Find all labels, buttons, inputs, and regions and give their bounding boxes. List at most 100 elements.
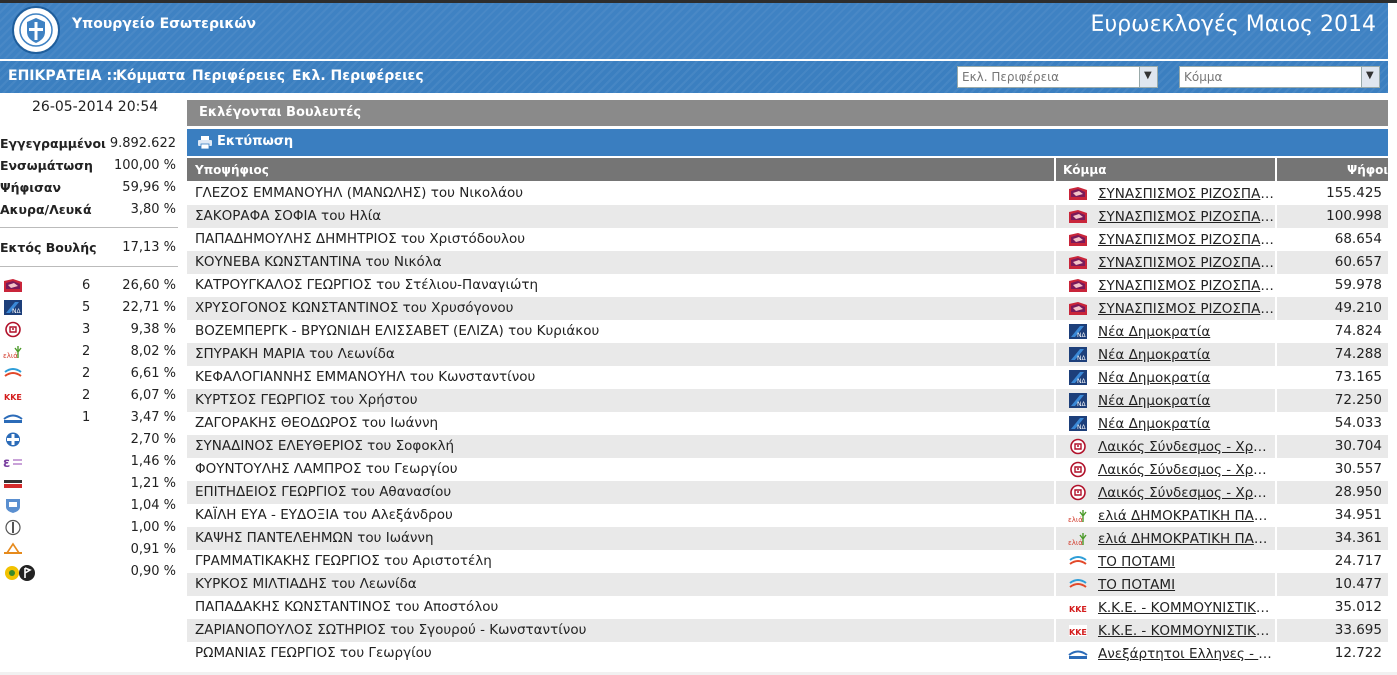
kke-logo-icon: ΚΚΕ xyxy=(1068,622,1088,639)
party-percentage: 1,46 % xyxy=(130,454,176,469)
main-panel: Εκλέγονται Βουλευτές Εκτύπωση Υποψήφιος … xyxy=(187,100,1388,675)
party-result-row: 1,21 % xyxy=(0,474,178,496)
party-link[interactable]: ΤΟ ΠΟΤΑΜΙ xyxy=(1098,554,1274,570)
xa-logo-icon xyxy=(1068,461,1088,478)
table-row: ΚΟΥΝΕΒΑ ΚΩΝΣΤΑΝΤΙΝΑ του Νικόλα ΣΥΝΑΣΠΙΣΜΟ… xyxy=(187,251,1388,274)
nav-regions[interactable]: Περιφέρειες xyxy=(192,68,285,84)
party-link[interactable]: ΣΥΝΑΣΠΙΣΜΟΣ ΡΙΖΟΣΠΑΣΤΙΚΗΣ ΑΡΙΣΤΕΡΑΣ xyxy=(1098,232,1274,248)
nd-logo-icon: ΝΔ xyxy=(1068,369,1088,386)
table-row: ΡΩΜΑΝΙΑΣ ΓΕΩΡΓΙΟΣ του Γεωργίου Ανεξάρτητο… xyxy=(187,642,1388,665)
candidate-votes: 10.477 xyxy=(1334,576,1382,592)
party-result-row: 3 9,38 % xyxy=(0,320,178,342)
column-separator xyxy=(1054,642,1056,665)
party-percentage: 1,04 % xyxy=(130,498,176,513)
ministry-name: Υπουργείο Εσωτερικών xyxy=(72,16,257,32)
svg-text:ελιά: ελιά xyxy=(1068,539,1083,547)
update-datetime: 26-05-2014 20:54 xyxy=(32,99,159,115)
column-separator xyxy=(1054,389,1056,412)
party-link[interactable]: ελιά ΔΗΜΟΚΡΑΤΙΚΗ ΠΑΡΑΤΑΞΗ xyxy=(1098,508,1274,524)
party-link[interactable]: Νέα Δημοκρατία xyxy=(1098,416,1274,432)
stat-integration: Ενσωμάτωση 100,00 % xyxy=(0,156,178,176)
party-result-row: ελιά 2 8,02 % xyxy=(0,342,178,364)
column-separator xyxy=(1054,251,1056,274)
nav-constituencies[interactable]: Εκλ. Περιφέρειες xyxy=(292,68,424,84)
navbar: ΕΠΙΚΡΑΤΕΙΑ :: Κόμματα Περιφέρειες Εκλ. Π… xyxy=(0,61,1388,93)
kke-logo-icon: ΚΚΕ xyxy=(1068,599,1088,616)
column-votes: Ψήφοι xyxy=(1347,163,1389,177)
constituency-select-value: Εκλ. Περιφέρεια xyxy=(962,70,1060,84)
candidate-votes: 59.978 xyxy=(1334,277,1382,293)
party-link[interactable]: Ανεξάρτητοι Ελληνες - Πάνος Καμμένος xyxy=(1098,646,1274,662)
site-title: Ευρωεκλογές Μαιος 2014 xyxy=(1090,12,1376,37)
elected-title: Εκλέγονται Βουλευτές xyxy=(199,105,362,120)
party-link[interactable]: ΣΥΝΑΣΠΙΣΜΟΣ ΡΙΖΟΣΠΑΣΤΙΚΗΣ ΑΡΙΣΤΕΡΑΣ xyxy=(1098,278,1274,294)
candidate-votes: 24.717 xyxy=(1334,553,1382,569)
party-link[interactable]: Νέα Δημοκρατία xyxy=(1098,370,1274,386)
party-link[interactable]: Λαικός Σύνδεσμος - Χρυσή Αυγή xyxy=(1098,462,1274,478)
party-link[interactable]: ΣΥΝΑΣΠΙΣΜΟΣ ΡΙΖΟΣΠΑΣΤΙΚΗΣ ΑΡΙΣΤΕΡΑΣ xyxy=(1098,186,1274,202)
svg-text:ΚΚΕ: ΚΚΕ xyxy=(1069,605,1087,614)
nd-logo-icon: ΝΔ xyxy=(1068,415,1088,432)
candidate-votes: 30.704 xyxy=(1334,438,1382,454)
syriza-logo-icon xyxy=(1068,185,1088,202)
column-separator xyxy=(1054,619,1056,642)
party-link[interactable]: ΣΥΝΑΣΠΙΣΜΟΣ ΡΙΖΟΣΠΑΣΤΙΚΗΣ ΑΡΙΣΤΕΡΑΣ xyxy=(1098,301,1274,317)
column-separator xyxy=(1054,412,1056,435)
party-result-row: 1,04 % xyxy=(0,496,178,518)
party-link[interactable]: ελιά ΔΗΜΟΚΡΑΤΙΚΗ ΠΑΡΑΤΑΞΗ xyxy=(1098,531,1274,547)
stat-label: Εκτός Βουλής xyxy=(0,240,97,255)
candidate-name: ΕΠΙΤΗΔΕΙΟΣ ΓΕΩΡΓΙΟΣ του Αθανασίου xyxy=(195,484,452,500)
table-row: ΧΡΥΣΟΓΟΝΟΣ ΚΩΝΣΤΑΝΤΙΝΟΣ του Χρυσόγονου ΣΥ… xyxy=(187,297,1388,320)
party-link[interactable]: ΣΥΝΑΣΠΙΣΜΟΣ ΡΙΖΟΣΠΑΣΤΙΚΗΣ ΑΡΙΣΤΕΡΑΣ xyxy=(1098,255,1274,271)
party-result-row: 0,91 % xyxy=(0,540,178,562)
candidate-votes: 49.210 xyxy=(1334,300,1382,316)
ep-logo-icon: ε xyxy=(3,453,37,473)
party-percentage: 0,91 % xyxy=(130,542,176,557)
party-result-row: 1,00 % xyxy=(0,518,178,540)
column-separator xyxy=(1275,274,1277,297)
column-separator xyxy=(1054,320,1056,343)
stat-invalid-blank: Ακυρα/Λευκά 3,80 % xyxy=(0,200,178,220)
party-link[interactable]: Νέα Δημοκρατία xyxy=(1098,324,1274,340)
party-select[interactable]: Κόμμα ▼ xyxy=(1179,66,1380,88)
column-separator xyxy=(1275,228,1277,251)
stat-outside-parliament: Εκτός Βουλής 17,13 % xyxy=(0,238,178,258)
party-link[interactable]: Λαικός Σύνδεσμος - Χρυσή Αυγή xyxy=(1098,485,1274,501)
candidate-votes: 155.425 xyxy=(1326,185,1382,201)
constituency-select[interactable]: Εκλ. Περιφέρεια ▼ xyxy=(957,66,1158,88)
party-13-logo-icon xyxy=(3,541,37,561)
party-link[interactable]: Κ.Κ.Ε. - ΚΟΜΜΟΥΝΙΣΤΙΚΟ ΚΟΜΜΑ xyxy=(1098,623,1274,639)
column-separator xyxy=(1275,573,1277,596)
nd-logo-icon: ΝΔ xyxy=(3,299,37,319)
candidate-name: ΧΡΥΣΟΓΟΝΟΣ ΚΩΝΣΤΑΝΤΙΝΟΣ του Χρυσόγονου xyxy=(195,300,514,316)
stat-label: Εγγεγραμμένοι xyxy=(0,136,106,151)
column-separator xyxy=(1275,251,1277,274)
elected-title-bar: Εκλέγονται Βουλευτές xyxy=(187,100,1388,126)
svg-text:ΝΔ: ΝΔ xyxy=(1077,378,1086,385)
column-separator xyxy=(1275,366,1277,389)
party-link[interactable]: ΤΟ ΠΟΤΑΜΙ xyxy=(1098,577,1274,593)
column-separator xyxy=(1054,366,1056,389)
candidate-votes: 72.250 xyxy=(1334,392,1382,408)
column-separator xyxy=(1054,596,1056,619)
column-separator xyxy=(1054,504,1056,527)
table-row: ΣΑΚΟΡΑΦΑ ΣΟΦΙΑ του Ηλία ΣΥΝΑΣΠΙΣΜΟΣ ΡΙΖΟΣ… xyxy=(187,205,1388,228)
xa-logo-icon xyxy=(3,321,37,341)
column-separator xyxy=(1275,412,1277,435)
party-link[interactable]: Λαικός Σύνδεσμος - Χρυσή Αυγή xyxy=(1098,439,1274,455)
svg-text:ΝΔ: ΝΔ xyxy=(1077,355,1086,362)
column-separator xyxy=(1275,435,1277,458)
party-link[interactable]: Νέα Δημοκρατία xyxy=(1098,393,1274,409)
print-button[interactable]: Εκτύπωση xyxy=(187,129,1388,156)
syriza-logo-icon xyxy=(1068,277,1088,294)
chevron-down-icon[interactable]: ▼ xyxy=(1139,67,1157,87)
party-link[interactable]: ΣΥΝΑΣΠΙΣΜΟΣ ΡΙΖΟΣΠΑΣΤΙΚΗΣ ΑΡΙΣΤΕΡΑΣ xyxy=(1098,209,1274,225)
party-link[interactable]: Νέα Δημοκρατία xyxy=(1098,347,1274,363)
party-link[interactable]: Κ.Κ.Ε. - ΚΟΜΜΟΥΝΙΣΤΙΚΟ ΚΟΜΜΑ xyxy=(1098,600,1274,616)
chevron-down-icon[interactable]: ▼ xyxy=(1361,67,1379,87)
potami-logo-icon xyxy=(1068,576,1088,593)
svg-text:ΝΔ: ΝΔ xyxy=(1077,332,1086,339)
nav-epikrateia[interactable]: ΕΠΙΚΡΑΤΕΙΑ :: xyxy=(8,68,118,84)
column-separator xyxy=(1275,320,1277,343)
nav-parties[interactable]: Κόμματα xyxy=(116,68,185,84)
